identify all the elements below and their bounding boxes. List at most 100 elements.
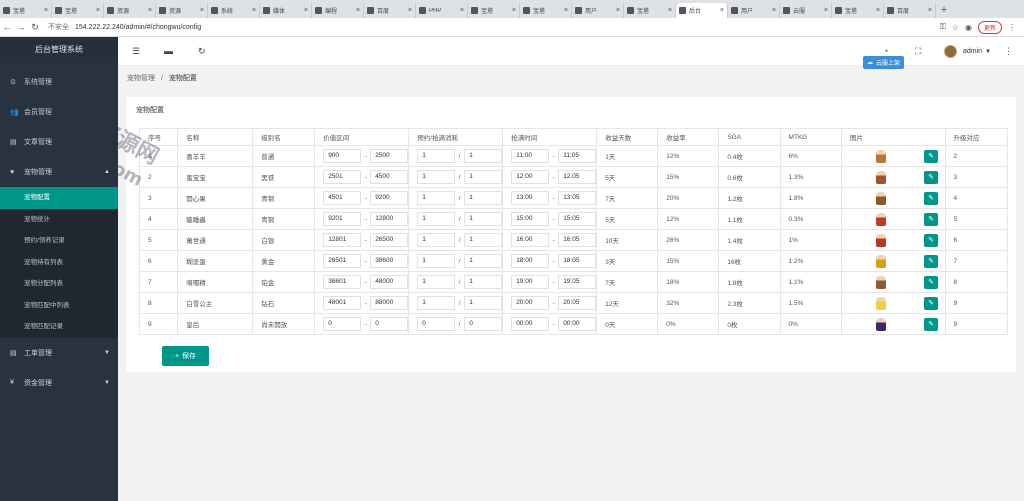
close-icon[interactable]: ×: [96, 7, 100, 14]
close-icon[interactable]: ×: [616, 7, 620, 14]
value-range-max-input[interactable]: 88000: [370, 296, 409, 310]
edit-icon[interactable]: ✎: [924, 275, 938, 289]
close-icon[interactable]: ×: [772, 7, 776, 14]
close-icon[interactable]: ×: [512, 7, 516, 14]
close-icon[interactable]: ×: [876, 7, 880, 14]
value-range-min-input[interactable]: 4501: [323, 191, 362, 205]
desktop-icon[interactable]: ▬: [164, 46, 173, 56]
cost-max-input[interactable]: 1: [464, 296, 503, 310]
grab-time-min-input[interactable]: 15:00: [511, 212, 550, 226]
refresh-icon[interactable]: ↻: [198, 46, 206, 57]
sidebar-item[interactable]: 👥 会员管理: [0, 97, 118, 127]
update-button[interactable]: 更新: [977, 20, 1002, 34]
sidebar-subitem[interactable]: 宠物匹配记录: [0, 316, 118, 338]
cost-max-input[interactable]: 1: [464, 191, 503, 205]
browser-tab[interactable]: PHP ×: [416, 3, 468, 18]
fullscreen-icon[interactable]: ⛶: [915, 46, 921, 57]
cost-min-input[interactable]: 1: [417, 254, 456, 268]
browser-tab[interactable]: 宝塔 ×: [832, 3, 884, 18]
more-vertical-icon[interactable]: ⋮: [1004, 46, 1013, 57]
grab-time-max-input[interactable]: 18:05: [558, 254, 597, 268]
grab-time-min-input[interactable]: 19:00: [511, 275, 550, 289]
close-icon[interactable]: ×: [564, 7, 568, 14]
url-field[interactable]: 不安全 154.222.22.240/admin/#/chongwu/config: [48, 22, 940, 32]
breadcrumb-parent[interactable]: 宠物管理: [127, 75, 155, 82]
key-icon[interactable]: ⚿: [940, 22, 946, 32]
cost-min-input[interactable]: 1: [417, 170, 456, 184]
cost-min-input[interactable]: 1: [417, 149, 456, 163]
value-range-max-input[interactable]: 26500: [370, 233, 409, 247]
browser-tab[interactable]: 云服 ×: [780, 3, 832, 18]
star-icon[interactable]: ☆: [952, 23, 959, 32]
grab-time-max-input[interactable]: 00:00: [558, 317, 597, 331]
sidebar-item[interactable]: ▤ 工单管理 ▼: [0, 338, 118, 368]
browser-tab[interactable]: 宝塔 ×: [468, 3, 520, 18]
grab-time-min-input[interactable]: 20:00: [511, 296, 550, 310]
cost-max-input[interactable]: 1: [464, 275, 503, 289]
value-range-min-input[interactable]: 12801: [323, 233, 362, 247]
browser-tab[interactable]: 百度 ×: [364, 3, 416, 18]
grab-time-max-input[interactable]: 16:05: [558, 233, 597, 247]
close-icon[interactable]: ×: [304, 7, 308, 14]
grab-time-max-input[interactable]: 20:05: [558, 296, 597, 310]
cost-min-input[interactable]: 1: [417, 296, 456, 310]
browser-tab[interactable]: 资源 ×: [156, 3, 208, 18]
close-icon[interactable]: ×: [44, 7, 48, 14]
close-icon[interactable]: ×: [252, 7, 256, 14]
close-icon[interactable]: ×: [148, 7, 152, 14]
grab-time-max-input[interactable]: 19:05: [558, 275, 597, 289]
edit-icon[interactable]: ✎: [924, 212, 938, 226]
value-range-max-input[interactable]: 48000: [370, 275, 409, 289]
value-range-min-input[interactable]: 9201: [323, 212, 362, 226]
close-icon[interactable]: ×: [408, 7, 412, 14]
grab-time-min-input[interactable]: 16:00: [511, 233, 550, 247]
value-range-max-input[interactable]: 9200: [370, 191, 409, 205]
close-icon[interactable]: ×: [460, 7, 464, 14]
browser-tab[interactable]: 系统 ×: [208, 3, 260, 18]
edit-icon[interactable]: ✎: [924, 170, 938, 184]
new-tab-button[interactable]: +: [936, 3, 952, 18]
browser-tab[interactable]: 用户 ×: [728, 3, 780, 18]
browser-tab[interactable]: 百度 ×: [884, 3, 936, 18]
cost-max-input[interactable]: 1: [464, 149, 503, 163]
close-icon[interactable]: ×: [356, 7, 360, 14]
browser-tab[interactable]: 宝塔 ×: [52, 3, 104, 18]
cost-max-input[interactable]: 1: [464, 254, 503, 268]
cost-min-input[interactable]: 1: [417, 191, 456, 205]
close-icon[interactable]: ×: [668, 7, 672, 14]
sidebar-item[interactable]: ♥ 宠物管理 ▲: [0, 157, 118, 187]
close-icon[interactable]: ×: [200, 7, 204, 14]
value-range-min-input[interactable]: 48001: [323, 296, 362, 310]
close-icon[interactable]: ×: [720, 7, 724, 14]
value-range-max-input[interactable]: 4500: [370, 170, 409, 184]
browser-tab[interactable]: 媒体 ×: [260, 3, 312, 18]
cost-max-input[interactable]: 0: [464, 317, 503, 331]
value-range-min-input[interactable]: 38601: [323, 275, 362, 289]
value-range-max-input[interactable]: 12800: [370, 212, 409, 226]
cost-max-input[interactable]: 1: [464, 233, 503, 247]
close-icon[interactable]: ×: [928, 7, 932, 14]
cost-min-input[interactable]: 1: [417, 212, 456, 226]
value-range-min-input[interactable]: 26501: [323, 254, 362, 268]
value-range-min-input[interactable]: 900: [323, 149, 362, 163]
user-menu[interactable]: admin ▼: [944, 45, 991, 58]
sidebar-item[interactable]: ⚙ 系统管理: [0, 67, 118, 97]
grab-time-max-input[interactable]: 15:05: [558, 212, 597, 226]
sidebar-item[interactable]: ¥ 资金管理 ▼: [0, 368, 118, 398]
edit-icon[interactable]: ✎: [924, 149, 938, 163]
cloud-badge[interactable]: ☁ 云服上架: [863, 56, 905, 69]
grab-time-min-input[interactable]: 12:00: [511, 170, 550, 184]
cost-min-input[interactable]: 1: [417, 233, 456, 247]
browser-tab[interactable]: 用户 ×: [572, 3, 624, 18]
edit-icon[interactable]: ✎: [924, 191, 938, 205]
cost-min-input[interactable]: 0: [417, 317, 456, 331]
grab-time-min-input[interactable]: 13:00: [511, 191, 550, 205]
browser-tab[interactable]: 后台 ×: [676, 3, 728, 18]
theme-icon[interactable]: ◔: [883, 46, 888, 56]
menu-toggle-icon[interactable]: ☰: [132, 46, 140, 57]
browser-tab[interactable]: 宝塔 ×: [624, 3, 676, 18]
sidebar-subitem[interactable]: 预约/领养记录: [0, 230, 118, 252]
grab-time-min-input[interactable]: 11:00: [511, 149, 550, 163]
edit-icon[interactable]: ✎: [924, 296, 938, 310]
edit-icon[interactable]: ✎: [924, 233, 938, 247]
